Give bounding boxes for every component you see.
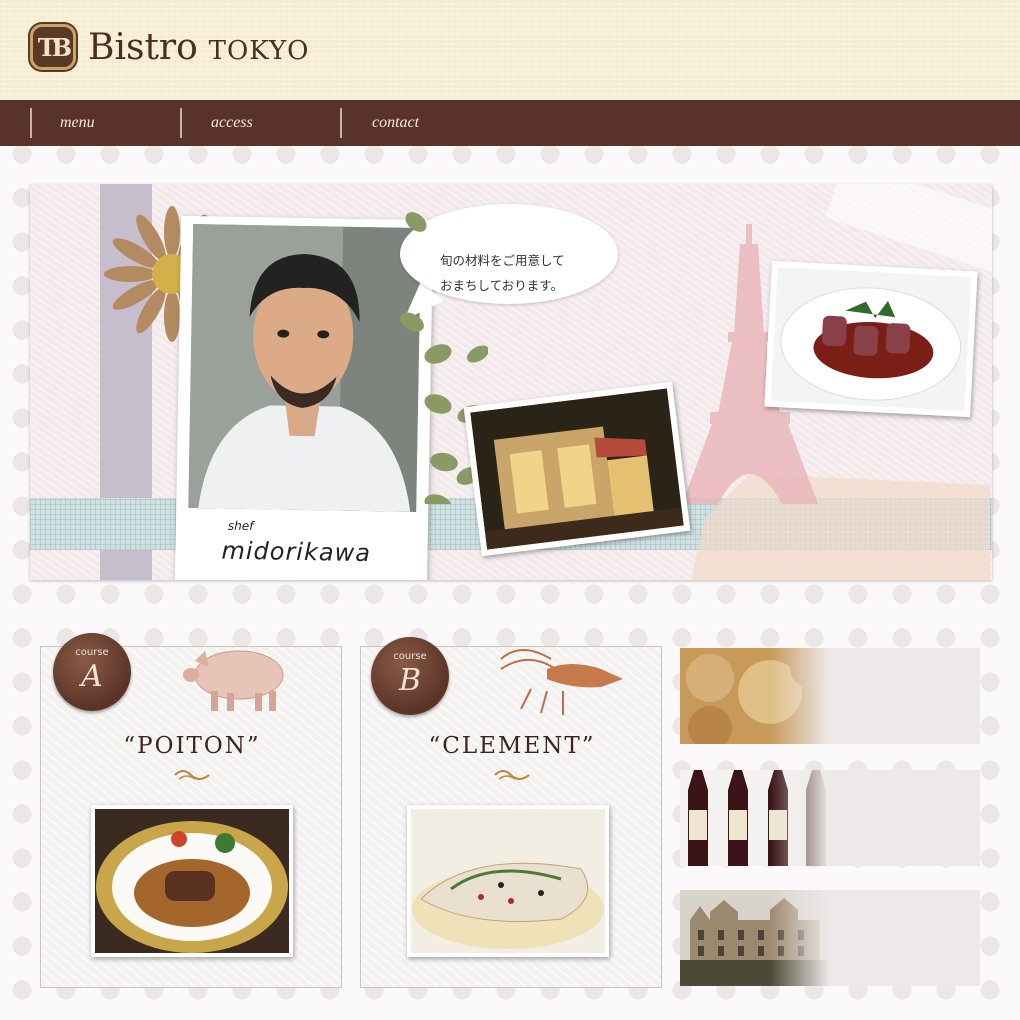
course-title: “POITON” [123,733,261,759]
course-card-b[interactable]: course B “CLEMENT” [360,637,662,988]
nav-item-menu[interactable]: menu [60,100,95,146]
course-seal: course B [371,637,449,715]
site-header: TB Bistro TOKYO [0,0,1020,100]
course-letter: B [398,663,422,698]
course-card-a[interactable]: course A “POITON” [40,633,342,988]
course-photo [91,805,293,957]
nav-divider [340,108,342,138]
chef-photo [188,224,422,512]
logo-monogram: TB [37,32,72,62]
logo-bistro: Bistro [88,27,198,68]
site-logo[interactable]: Bistro TOKYO [88,26,309,73]
side-banner-pastry[interactable] [680,648,980,744]
nav-item-access[interactable]: access [211,100,253,146]
course-letter: A [81,659,103,694]
caption-label: shef [227,518,254,534]
swirl-ornament-icon [494,770,530,780]
nav-item-contact[interactable]: contact [372,100,419,146]
nav-divider [30,108,32,138]
lobster-icon [500,649,623,715]
chef-polaroid: shef midorikawa [174,215,434,580]
logo-tokyo: TOKYO [208,36,310,66]
side-banner-wine[interactable] [680,770,980,866]
chef-name: midorikawa [221,536,372,568]
swirl-ornament-icon [174,770,210,780]
course-badge-label: course [75,647,109,658]
course-title: “CLEMENT” [428,733,596,759]
logo-badge[interactable]: TB [30,24,76,70]
course-seal: course A [53,633,131,711]
hero-banner: shef midorikawa 旬の材料をご用意して おまちしております。 [30,184,992,580]
side-banner-chateau[interactable] [680,890,980,986]
main-nav: menu access contact [0,100,1020,146]
pig-icon [183,650,284,711]
course-badge-label: course [393,651,427,662]
course-photo [407,805,609,957]
restaurant-photo [463,381,691,557]
nav-divider [180,108,182,138]
dish-photo [764,260,978,418]
